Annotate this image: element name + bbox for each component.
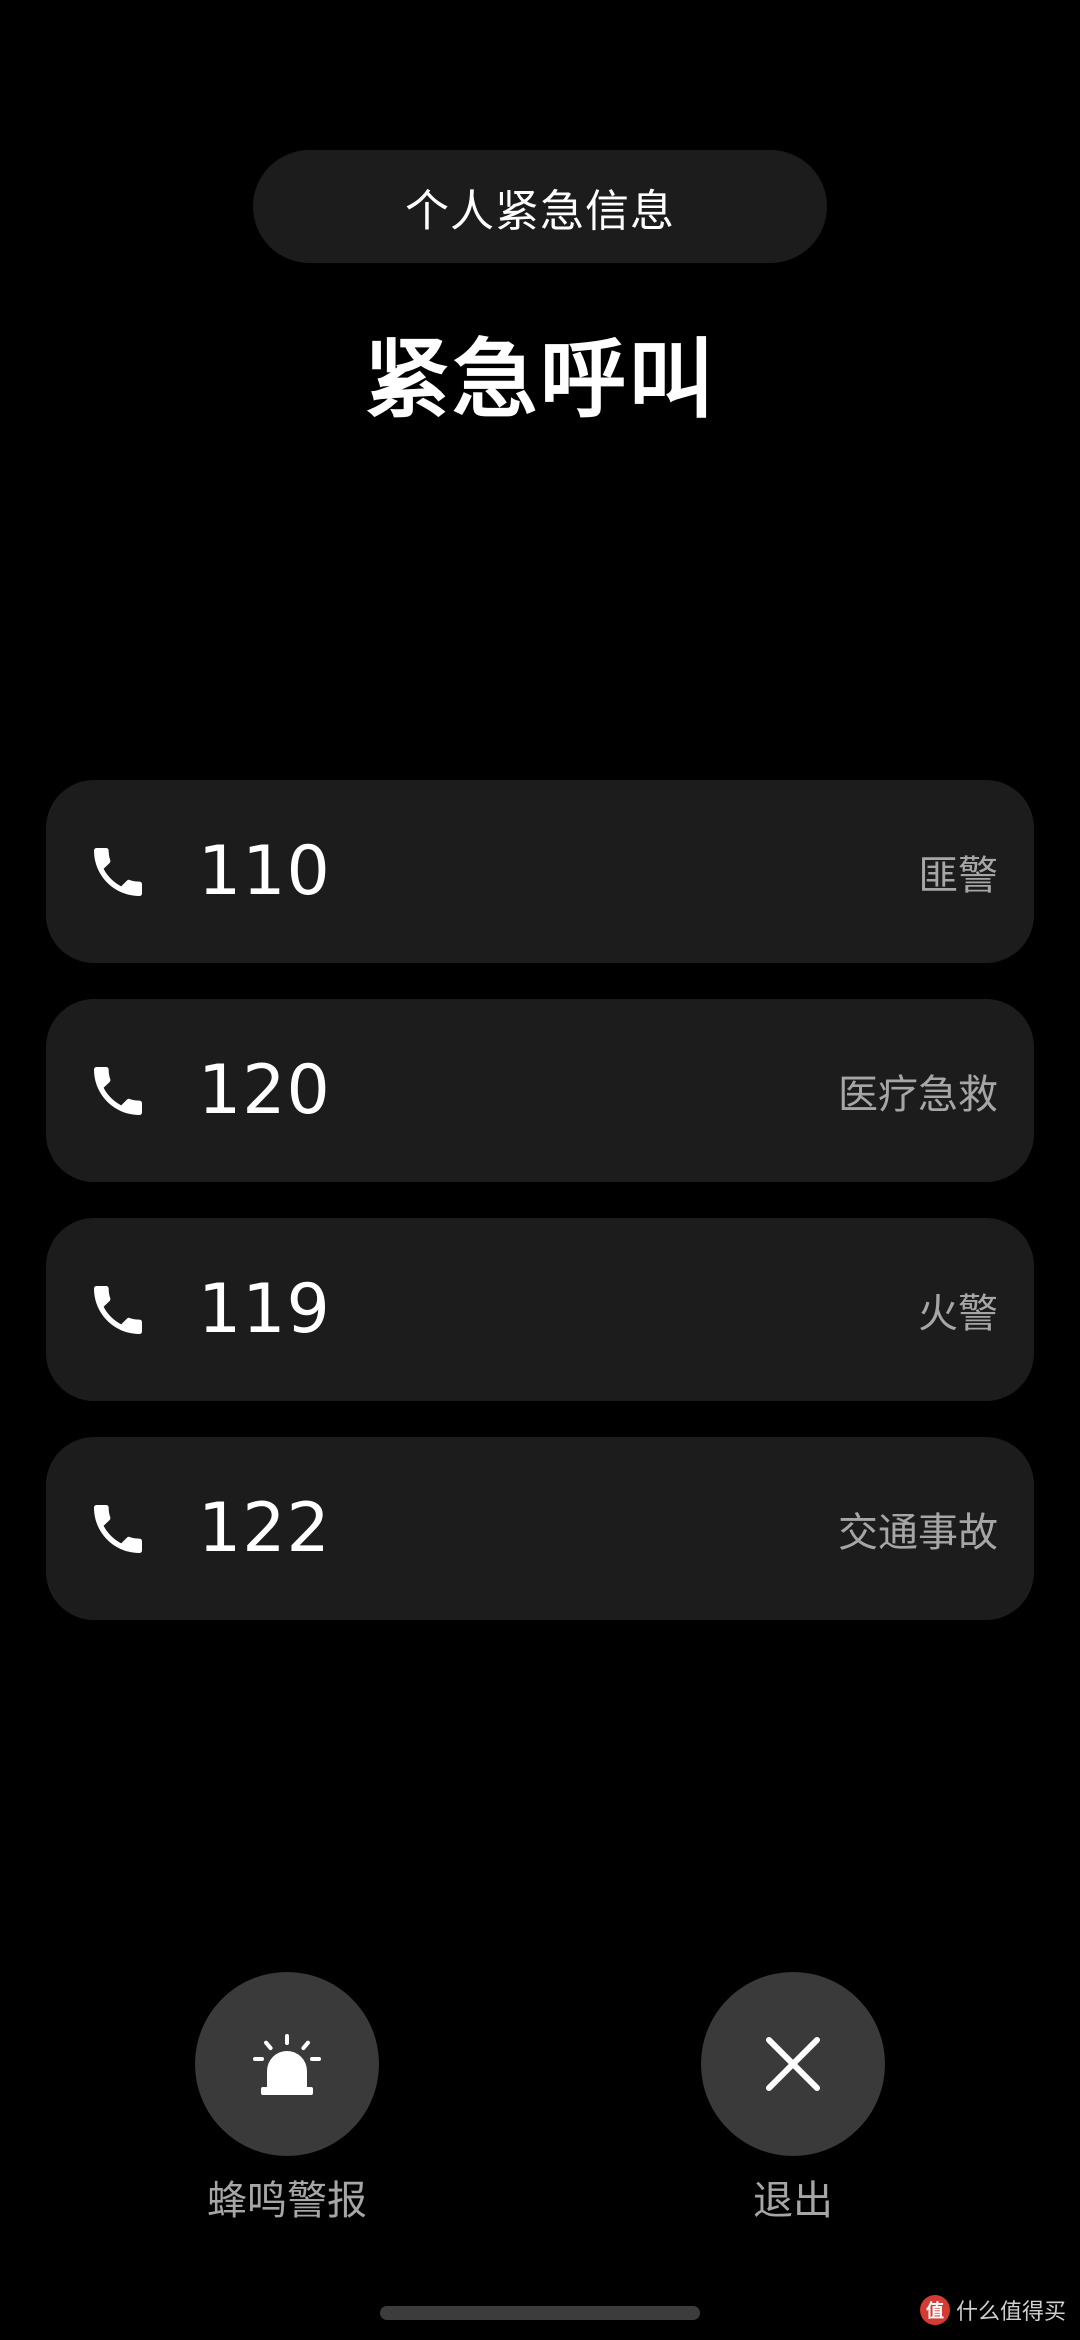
emergency-number: 119 xyxy=(198,1269,331,1349)
watermark: 值 什么值得买 xyxy=(919,2294,1066,2326)
phone-icon xyxy=(94,847,142,896)
emergency-number: 120 xyxy=(198,1050,331,1130)
personal-emergency-info-button[interactable]: 个人紧急信息 xyxy=(253,150,827,263)
siren-label: 蜂鸣警报 xyxy=(207,2178,367,2224)
exit-label: 退出 xyxy=(753,2178,833,2224)
phone-icon xyxy=(94,1066,142,1115)
emergency-service-name: 交通事故 xyxy=(838,1509,998,1556)
emergency-call-119[interactable]: 119 火警 xyxy=(46,1218,1034,1401)
siren-icon xyxy=(253,2034,321,2095)
emergency-service-name: 火警 xyxy=(918,1290,998,1337)
personal-emergency-info-label: 个人紧急信息 xyxy=(405,185,675,237)
watermark-text: 什么值得买 xyxy=(955,2300,1066,2325)
watermark-logo: 值 xyxy=(919,2295,950,2325)
exit-button[interactable] xyxy=(701,1972,885,2156)
emergency-call-110[interactable]: 110 匪警 xyxy=(46,780,1034,963)
page-title: 紧急呼叫 xyxy=(364,330,716,430)
emergency-call-122[interactable]: 122 交通事故 xyxy=(46,1437,1034,1620)
emergency-number: 110 xyxy=(198,831,331,911)
home-indicator[interactable] xyxy=(380,2306,700,2320)
emergency-service-name: 匪警 xyxy=(918,852,998,899)
phone-icon xyxy=(94,1504,142,1553)
phone-icon xyxy=(94,1285,142,1334)
emergency-call-120[interactable]: 120 医疗急救 xyxy=(46,999,1034,1182)
emergency-number: 122 xyxy=(198,1488,331,1568)
emergency-service-name: 医疗急救 xyxy=(838,1071,998,1118)
siren-button[interactable] xyxy=(195,1972,379,2156)
emergency-number-list: 110 匪警 120 医疗急救 119 火警 122 交通事故 xyxy=(46,780,1034,1656)
close-icon xyxy=(766,2037,820,2091)
